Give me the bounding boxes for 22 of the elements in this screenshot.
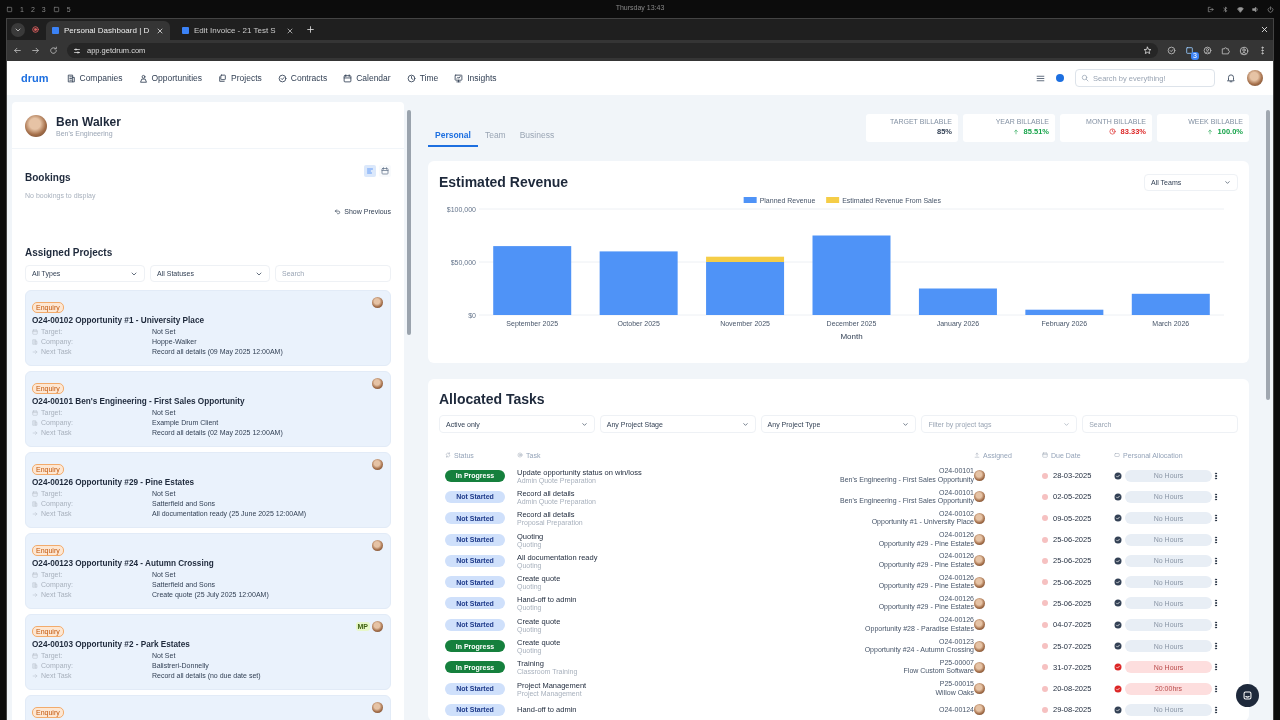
nav-link[interactable]: Time <box>419 73 439 83</box>
tab[interactable]: Personal <box>428 130 478 147</box>
card-title: Estimated Revenue <box>439 174 569 190</box>
browser-tab[interactable]: Edit Invoice - 21 Test S <box>176 21 300 40</box>
project-title: O24-00126 Opportunity #29 - Pine Estates <box>32 478 195 487</box>
browser-tab[interactable]: Personal Dashboard | D <box>46 21 170 40</box>
card-title: Allocated Tasks <box>439 391 546 407</box>
project-title: O24-00102 Opportunity #1 - University Place <box>32 316 205 325</box>
nav-link[interactable]: Projects <box>231 73 262 83</box>
nav-link[interactable]: Calendar <box>356 73 391 83</box>
section-title: Bookings <box>25 172 71 183</box>
project-title: O24-00103 Opportunity #2 - Park Estates <box>32 640 191 649</box>
axis-title: Month <box>840 332 863 341</box>
nav-link[interactable]: Opportunities <box>151 73 203 83</box>
profile-name: Ben Walker <box>56 115 121 129</box>
nav-link[interactable]: Companies <box>79 73 123 83</box>
nav-link[interactable]: Contracts <box>290 73 328 83</box>
section-title: Assigned Projects <box>25 247 113 258</box>
project-title: O24-00101 Ben's Engineering - First Sales Opportunity <box>32 397 246 406</box>
nav-link[interactable]: Insights <box>467 73 497 83</box>
logo[interactable]: drum <box>21 72 49 84</box>
project-title: O24-00123 Opportunity #24 - Autumn Crossing <box>32 559 215 568</box>
